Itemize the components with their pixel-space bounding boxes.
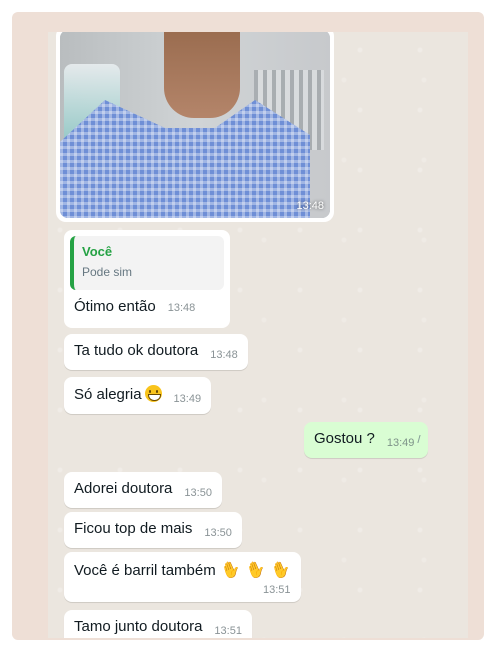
reply-line: Ótimo então 13:48 <box>70 298 224 315</box>
quoted-reply-message[interactable]: Você Pode sim Ótimo então 13:48 <box>64 230 230 328</box>
photo-message[interactable]: 13:48 <box>56 32 334 222</box>
message-time: 13:51 <box>262 584 291 596</box>
message-bubble[interactable]: Só alegria 13:49 <box>64 377 212 414</box>
message-text: Só alegria <box>74 386 142 403</box>
reply-time: 13:48 <box>167 302 196 314</box>
quoted-author: Você <box>82 244 113 259</box>
clapping-hands-icon: ✋ <box>218 559 244 582</box>
message-time: 13:50 <box>184 487 212 499</box>
message-text: Ta tudo ok doutora <box>74 342 199 359</box>
message-time: 13:49 <box>386 437 415 449</box>
message-text: Tamo junto doutora <box>74 618 203 635</box>
message-text: Ficou top de mais <box>74 520 193 537</box>
message-time: 13:49 <box>173 393 202 405</box>
quoted-message[interactable]: Você Pode sim <box>70 236 224 290</box>
reply-text: Ótimo então <box>74 298 156 315</box>
photo-image[interactable]: 13:48 <box>60 32 330 218</box>
photo-person-neck <box>164 32 240 118</box>
message-bubble[interactable]: Adorei doutora 13:50 <box>64 472 222 508</box>
clapping-hands-icon: ✋ <box>268 559 293 582</box>
quoted-text: Pode sim <box>82 265 133 279</box>
message-bubble[interactable]: Tamo junto doutora 13:51 <box>64 610 252 638</box>
message-time: 13:50 <box>204 527 232 539</box>
message-time: 13:48 <box>210 349 238 361</box>
clapping-hands-icon: ✋ <box>243 559 269 582</box>
message-bubble[interactable]: Ta tudo ok doutora 13:48 <box>64 334 248 370</box>
message-text: Gostou ? <box>314 430 375 447</box>
message-bubble[interactable]: Ficou top de mais 13:50 <box>64 512 242 548</box>
screenshot-frame: 13:48 Você Pode sim Ótimo então 13:48 Ta … <box>12 12 484 640</box>
message-bubble[interactable]: Você é barril também ✋✋✋ 13:51 <box>64 552 301 602</box>
message-time: 13:51 <box>214 625 242 637</box>
photo-time: 13:48 <box>296 200 324 212</box>
message-text: Você é barril também <box>74 562 216 579</box>
chat-view[interactable]: 13:48 Você Pode sim Ótimo então 13:48 Ta … <box>48 32 468 638</box>
message-text: Adorei doutora <box>74 480 173 497</box>
outgoing-message-bubble[interactable]: Gostou ? 13:49// <box>304 422 428 458</box>
grinning-face-icon <box>144 385 162 402</box>
